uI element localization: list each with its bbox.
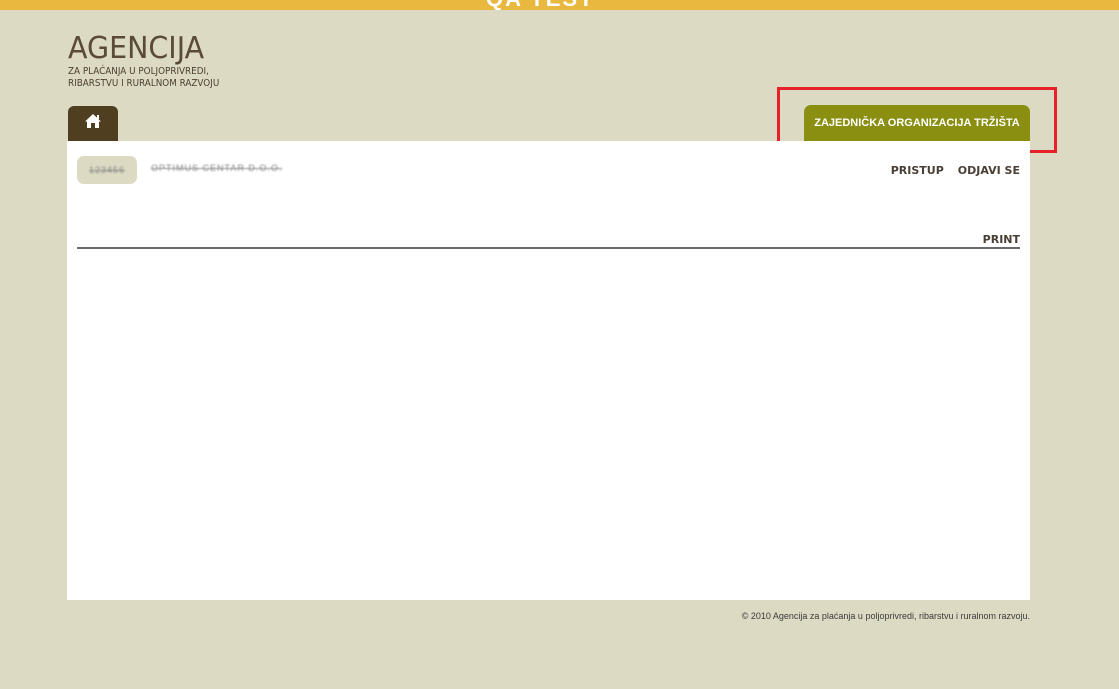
home-tab[interactable] bbox=[68, 106, 118, 141]
header-links: PRISTUP ODJAVI SE bbox=[891, 164, 1020, 177]
logout-link[interactable]: ODJAVI SE bbox=[958, 164, 1020, 177]
environment-label: QA TEST bbox=[486, 0, 595, 10]
user-id: 123456 bbox=[88, 165, 126, 175]
print-link[interactable]: PRINT bbox=[983, 233, 1020, 246]
main-content: 123456 OPTIMUS CENTAR D.O.O. PRISTUP ODJ… bbox=[67, 141, 1030, 600]
top-banner: QA TEST bbox=[0, 0, 1119, 10]
access-link[interactable]: PRISTUP bbox=[891, 164, 944, 177]
divider bbox=[77, 247, 1020, 249]
user-id-badge: 123456 bbox=[77, 156, 137, 184]
home-icon bbox=[84, 113, 102, 134]
user-name: OPTIMUS CENTAR D.O.O. bbox=[151, 163, 283, 173]
logo-subtitle-line2: RIBARSTVU I RURALNOM RAZVOJU bbox=[68, 78, 220, 89]
logo-title: AGENCIJA bbox=[68, 31, 205, 66]
footer-copyright: © 2010 Agencija za plaćanja u poljoprivr… bbox=[741, 611, 1030, 621]
agency-logo[interactable]: AGENCIJA ZA PLAĆANJA U POLJOPRIVREDI, RI… bbox=[68, 34, 240, 90]
logo-subtitle-line1: ZA PLAĆANJA U POLJOPRIVREDI, bbox=[68, 66, 209, 77]
